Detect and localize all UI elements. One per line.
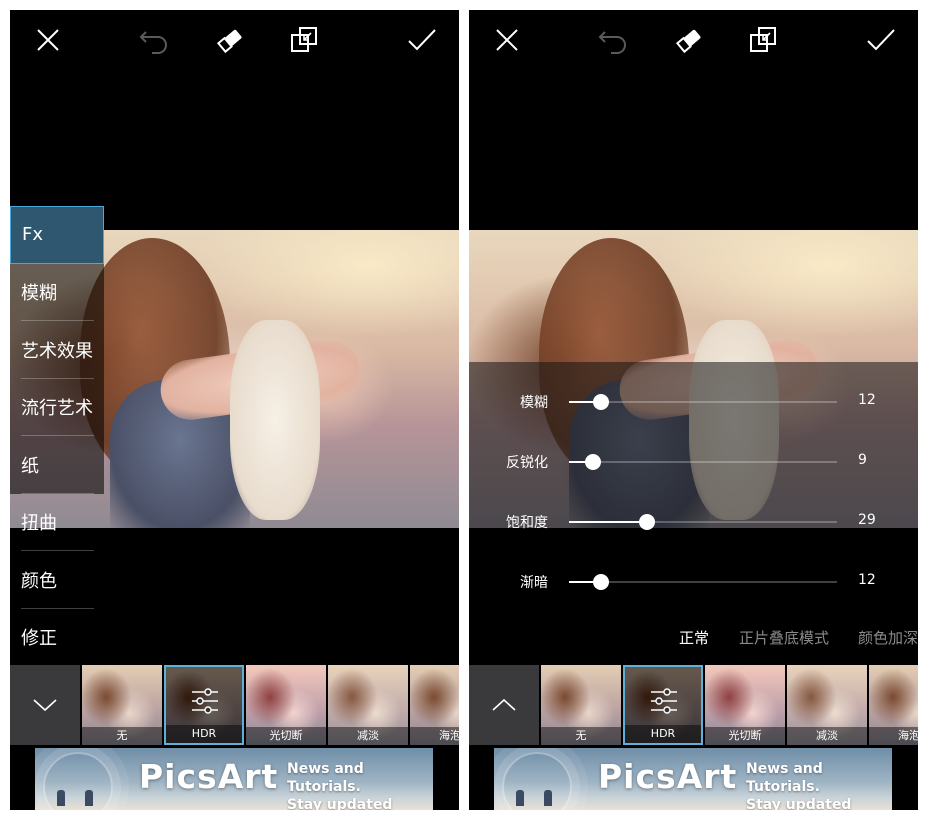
- ad-brand: PicsArt: [139, 757, 279, 796]
- chevron-down-icon: [33, 699, 57, 712]
- effect-none[interactable]: 无: [541, 665, 621, 745]
- collapse-menu-button[interactable]: [10, 665, 80, 745]
- slider-knob[interactable]: [593, 394, 610, 410]
- undo-icon: [139, 31, 167, 54]
- slider-knob[interactable]: [593, 574, 610, 590]
- adjust-sliders-icon: [192, 688, 218, 714]
- effect-thumbnail-strip: 无 HDR 光切断 减淡 海泡: [469, 665, 918, 745]
- chevron-up-icon: [492, 698, 516, 711]
- effect-thumbnail-strip: 无 HDR 光切断 减淡 海泡: [10, 665, 459, 745]
- category-correction[interactable]: 修正: [10, 609, 104, 667]
- slider-darken[interactable]: 渐暗 12: [469, 570, 918, 594]
- blend-mode-selector: 正常 正片叠底模式 颜色加深: [469, 625, 918, 651]
- slider-value: 9: [858, 452, 867, 468]
- eraser-icon: [216, 29, 242, 54]
- picsart-ad-banner[interactable]: PicsArt News and Tutorials. Stay updated: [35, 748, 433, 810]
- slider-value: 12: [858, 572, 876, 588]
- undo-button[interactable]: [138, 24, 170, 56]
- effect-sea-foam[interactable]: 海泡: [410, 665, 459, 745]
- eraser-button[interactable]: [214, 24, 246, 56]
- blend-normal[interactable]: 正常: [679, 627, 709, 648]
- ad-tagline: News and Tutorials. Stay updated: [746, 761, 852, 810]
- check-icon: [408, 29, 436, 51]
- effect-dodge[interactable]: 减淡: [787, 665, 867, 745]
- ad-brand: PicsArt: [598, 757, 738, 796]
- effect-light-cut[interactable]: 光切断: [246, 665, 326, 745]
- category-artistic[interactable]: 艺术效果: [10, 321, 104, 379]
- eraser-button[interactable]: [673, 24, 705, 56]
- slider-knob[interactable]: [638, 514, 655, 530]
- effect-light-cut[interactable]: 光切断: [705, 665, 785, 745]
- undo-button[interactable]: [597, 24, 629, 56]
- close-icon: [37, 29, 59, 51]
- ad-tagline: News and Tutorials. Stay updated: [287, 761, 393, 810]
- close-icon: [496, 29, 518, 51]
- slider-value: 12: [858, 392, 876, 408]
- effect-hdr[interactable]: HDR: [164, 665, 244, 745]
- effect-none[interactable]: 无: [82, 665, 162, 745]
- slider-blur[interactable]: 模糊 12: [469, 390, 918, 414]
- compare-button[interactable]: [747, 24, 779, 56]
- category-fx[interactable]: Fx: [10, 206, 104, 264]
- check-icon: [867, 29, 895, 51]
- expand-menu-button[interactable]: [469, 665, 539, 745]
- slider-saturation[interactable]: 饱和度 29: [469, 510, 918, 534]
- category-blur[interactable]: 模糊: [10, 263, 104, 321]
- compare-icon: [750, 27, 776, 52]
- effect-sea-foam[interactable]: 海泡: [869, 665, 918, 745]
- top-toolbar: [10, 10, 459, 72]
- adjust-sliders-icon: [651, 688, 677, 714]
- effect-hdr[interactable]: HDR: [623, 665, 703, 745]
- compare-icon: [291, 27, 317, 52]
- apply-button[interactable]: [406, 24, 438, 56]
- effects-panel-categories: Fx 模糊 艺术效果 流行艺术 纸 扭曲 颜色 修正 无 HDR 光切断 减淡 …: [10, 10, 459, 810]
- blend-color-burn[interactable]: 颜色加深: [858, 627, 918, 648]
- close-button[interactable]: [32, 24, 64, 56]
- undo-icon: [598, 31, 626, 54]
- category-paper[interactable]: 纸: [10, 436, 104, 494]
- eraser-icon: [675, 29, 701, 54]
- effect-dodge[interactable]: 减淡: [328, 665, 408, 745]
- top-toolbar: [469, 10, 918, 72]
- effect-settings-sliders: 模糊 12 反锐化 9 饱和度 29: [469, 362, 918, 531]
- category-pop-art[interactable]: 流行艺术: [10, 378, 104, 436]
- slider-knob[interactable]: [585, 454, 602, 470]
- category-distort[interactable]: 扭曲: [10, 494, 104, 551]
- effect-category-menu: Fx 模糊 艺术效果 流行艺术 纸 扭曲 颜色 修正: [10, 206, 104, 666]
- category-color[interactable]: 颜色: [10, 551, 104, 609]
- picsart-ad-banner[interactable]: PicsArt News and Tutorials. Stay updated: [494, 748, 892, 810]
- compare-button[interactable]: [288, 24, 320, 56]
- close-button[interactable]: [491, 24, 523, 56]
- effects-panel-settings: 模糊 12 反锐化 9 饱和度 29 渐暗 12 正常 正片叠底模式 颜色加深 …: [469, 10, 918, 810]
- blend-multiply[interactable]: 正片叠底模式: [739, 627, 829, 648]
- slider-value: 29: [858, 512, 876, 528]
- apply-button[interactable]: [865, 24, 897, 56]
- slider-unsharp[interactable]: 反锐化 9: [469, 450, 918, 474]
